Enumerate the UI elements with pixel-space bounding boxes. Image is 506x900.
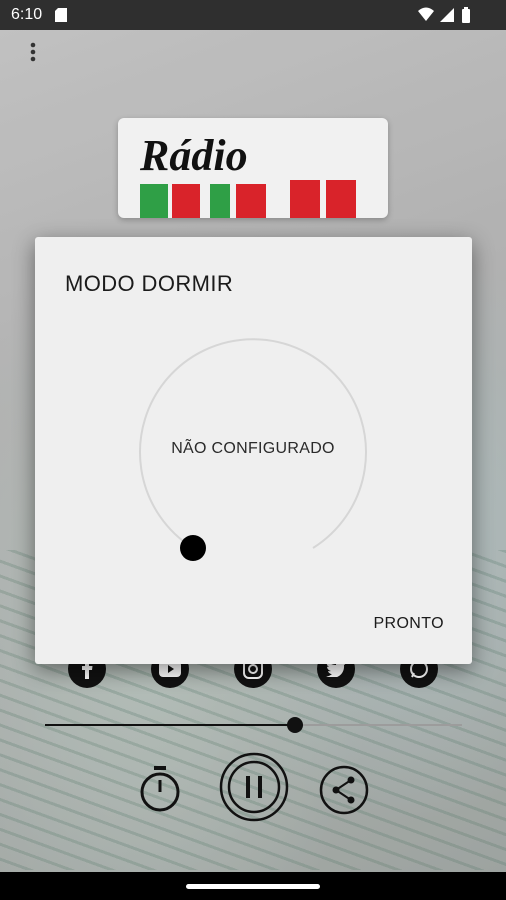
sleep-timer-status: NÃO CONFIGURADO bbox=[171, 440, 335, 457]
sd-card-icon bbox=[55, 8, 67, 22]
sleep-timer-icon[interactable] bbox=[138, 764, 182, 814]
status-bar: 6:10 bbox=[0, 0, 506, 30]
station-logo: Rádio bbox=[118, 118, 388, 218]
home-gesture-handle[interactable] bbox=[186, 884, 320, 889]
wifi-icon bbox=[418, 7, 434, 21]
logo-text: Rádio bbox=[140, 131, 248, 180]
dial-thumb bbox=[180, 535, 206, 561]
pause-button[interactable] bbox=[219, 752, 289, 822]
status-time: 6:10 bbox=[11, 6, 43, 23]
done-button[interactable]: PRONTO bbox=[373, 615, 444, 633]
pause-icon bbox=[246, 776, 250, 798]
logo-brand-mark bbox=[140, 180, 356, 218]
cellular-signal-icon bbox=[440, 8, 454, 22]
battery-icon bbox=[462, 7, 470, 23]
share-icon[interactable] bbox=[319, 765, 369, 815]
playback-progress-fill bbox=[45, 724, 296, 726]
status-right-icons bbox=[418, 7, 470, 23]
overflow-menu-icon[interactable] bbox=[24, 40, 42, 64]
sleep-mode-dialog: MODO DORMIR NÃO CONFIGURADO PRONTO bbox=[35, 237, 472, 664]
system-navigation-bar bbox=[0, 872, 506, 900]
playback-progress-track[interactable] bbox=[45, 717, 462, 733]
player-controls bbox=[0, 752, 506, 832]
dialog-title: MODO DORMIR bbox=[65, 271, 234, 296]
